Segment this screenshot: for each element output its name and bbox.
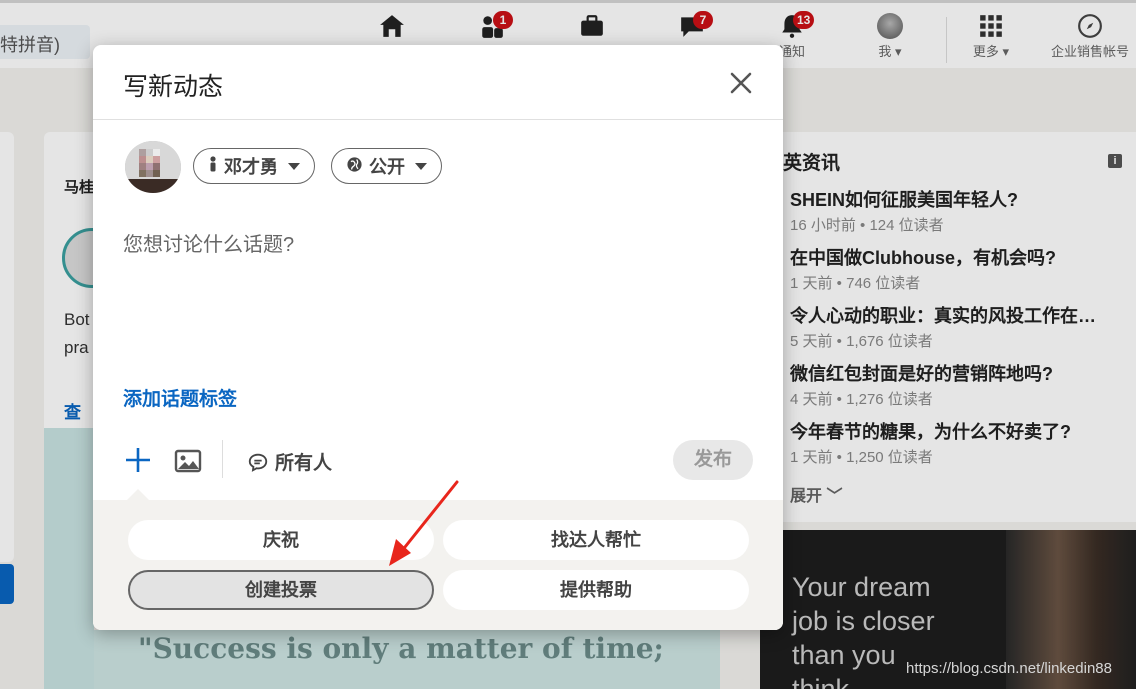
image-icon (174, 449, 202, 473)
plus-icon (126, 448, 150, 472)
offer-help-button[interactable]: 提供帮助 (443, 570, 749, 610)
caret-down-icon (288, 162, 300, 170)
author-selector[interactable]: 邓才勇 (193, 148, 315, 184)
caret-down-icon (415, 162, 427, 170)
visibility-label: 公开 (369, 157, 405, 177)
globe-icon (346, 156, 363, 177)
find-expert-button[interactable]: 找达人帮忙 (443, 520, 749, 560)
person-icon (208, 156, 218, 176)
author-name: 邓才勇 (224, 157, 278, 177)
close-icon (730, 72, 752, 94)
tray-pointer (127, 489, 149, 500)
dialog-header: 写新动态 (93, 45, 783, 120)
create-poll-button[interactable]: 创建投票 (128, 570, 434, 610)
author-avatar (125, 141, 181, 193)
celebrate-button[interactable]: 庆祝 (128, 520, 434, 560)
add-hashtag-link[interactable]: 添加话题标签 (123, 384, 237, 411)
visibility-selector[interactable]: 公开 (331, 148, 442, 184)
toolbar-divider (222, 440, 223, 478)
comment-audience-button[interactable]: 所有人 (247, 448, 332, 475)
create-post-dialog: 写新动态 邓才勇 公开 您想讨论什么话题? 添加话题标签 所有人 发布 庆祝 找… (93, 45, 783, 630)
content-type-tray: 庆祝 找达人帮忙 创建投票 提供帮助 (93, 500, 783, 630)
post-button[interactable]: 发布 (673, 440, 753, 480)
add-content-button[interactable] (123, 443, 153, 477)
dialog-title: 写新动态 (123, 73, 224, 101)
add-photo-button[interactable] (173, 447, 203, 475)
audience-label: 所有人 (275, 453, 333, 474)
comment-icon (248, 453, 268, 472)
post-text-input[interactable]: 您想讨论什么话题? (123, 228, 294, 257)
close-button[interactable] (725, 67, 757, 99)
